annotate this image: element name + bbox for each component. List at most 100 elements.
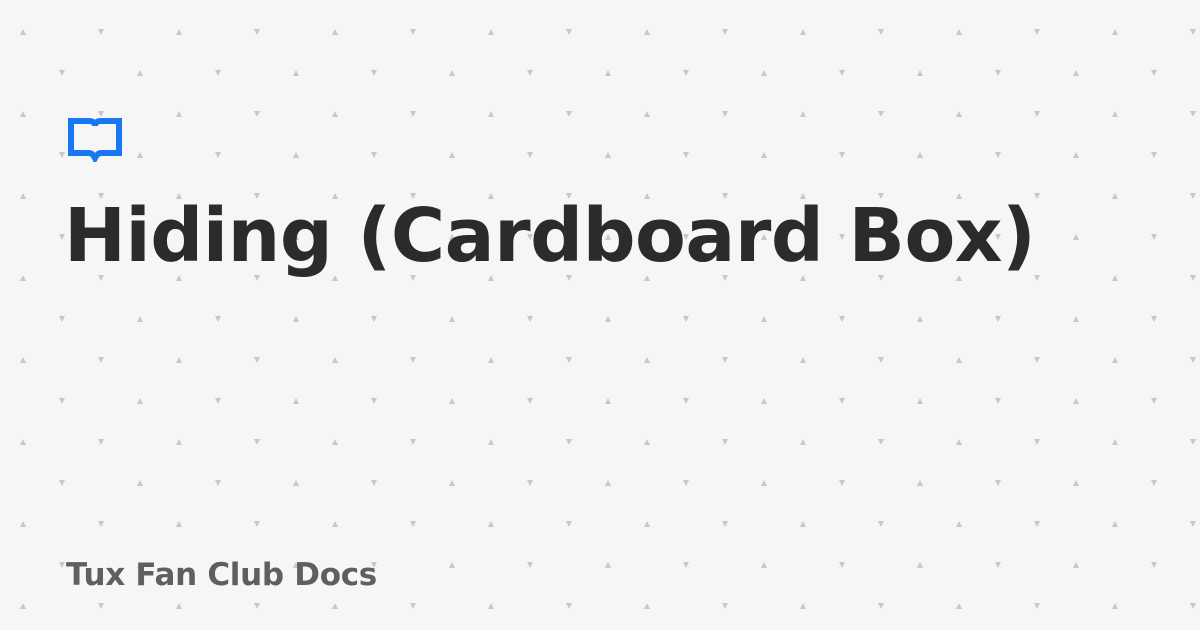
pattern-dot <box>449 480 455 486</box>
pattern-dot <box>20 111 26 117</box>
pattern-dot <box>371 152 377 158</box>
pattern-dot <box>254 111 260 117</box>
pattern-dot <box>566 357 572 363</box>
pattern-dot <box>293 152 299 158</box>
pattern-dot <box>917 152 923 158</box>
pattern-dot <box>1034 603 1040 609</box>
pattern-dot <box>137 480 143 486</box>
background-dot-pattern <box>20 29 1196 609</box>
pattern-dot <box>488 29 494 35</box>
pattern-dot <box>332 439 338 445</box>
pattern-dot <box>1151 398 1157 404</box>
pattern-dot <box>215 152 221 158</box>
pattern-dot <box>1151 480 1157 486</box>
pattern-dot <box>1190 193 1196 199</box>
pattern-dot <box>1073 562 1079 568</box>
pattern-dot <box>683 316 689 322</box>
pattern-dot <box>761 562 767 568</box>
pattern-dot <box>605 562 611 568</box>
pattern-dot <box>449 70 455 76</box>
pattern-dot <box>137 152 143 158</box>
pattern-dot <box>683 480 689 486</box>
pattern-dot <box>722 521 728 527</box>
pattern-dot <box>59 562 65 568</box>
pattern-dot <box>1151 562 1157 568</box>
pattern-dot <box>98 29 104 35</box>
pattern-dot <box>995 398 1001 404</box>
pattern-dot <box>566 603 572 609</box>
pattern-dot <box>1151 316 1157 322</box>
pattern-dot <box>371 480 377 486</box>
pattern-dot <box>1112 357 1118 363</box>
pattern-dot <box>917 562 923 568</box>
pattern-dot <box>449 562 455 568</box>
pattern-dot <box>1073 398 1079 404</box>
pattern-dot <box>878 521 884 527</box>
pattern-dot <box>800 521 806 527</box>
pattern-dot <box>527 562 533 568</box>
pattern-dot <box>98 603 104 609</box>
pattern-dot <box>917 316 923 322</box>
pattern-dot <box>995 480 1001 486</box>
pattern-dot <box>254 603 260 609</box>
pattern-dot <box>59 152 65 158</box>
book-icon <box>68 118 122 162</box>
pattern-dot <box>254 29 260 35</box>
pattern-dot <box>488 521 494 527</box>
pattern-dot <box>137 316 143 322</box>
pattern-dot <box>527 152 533 158</box>
pattern-dot <box>332 521 338 527</box>
pattern-dot <box>488 357 494 363</box>
pattern-dot <box>995 152 1001 158</box>
pattern-dot <box>800 29 806 35</box>
pattern-dot <box>332 603 338 609</box>
pattern-dot <box>293 480 299 486</box>
pattern-dot <box>449 398 455 404</box>
pattern-dot <box>1112 29 1118 35</box>
pattern-dot <box>956 29 962 35</box>
pattern-dot <box>878 357 884 363</box>
pattern-dot <box>839 152 845 158</box>
pattern-dot <box>332 111 338 117</box>
pattern-dot <box>956 111 962 117</box>
pattern-dot <box>566 29 572 35</box>
pattern-dot <box>878 29 884 35</box>
pattern-dot <box>254 521 260 527</box>
pattern-dot <box>488 111 494 117</box>
pattern-dot <box>839 398 845 404</box>
pattern-dot <box>1073 152 1079 158</box>
pattern-dot <box>1073 480 1079 486</box>
pattern-dot <box>215 480 221 486</box>
pattern-dot <box>878 439 884 445</box>
pattern-dot <box>722 357 728 363</box>
pattern-dot <box>1034 357 1040 363</box>
pattern-dot <box>410 439 416 445</box>
pattern-dot <box>1190 603 1196 609</box>
pattern-dot <box>488 439 494 445</box>
pattern-dot <box>20 603 26 609</box>
pattern-dot <box>722 439 728 445</box>
pattern-dot <box>410 29 416 35</box>
pattern-dot <box>839 562 845 568</box>
pattern-dot <box>1112 439 1118 445</box>
pattern-dot <box>800 357 806 363</box>
pattern-dot <box>215 398 221 404</box>
pattern-dot <box>605 152 611 158</box>
pattern-dot <box>59 316 65 322</box>
page-title: Hiding (Cardboard Box) <box>64 193 1036 279</box>
pattern-dot <box>20 193 26 199</box>
pattern-dot <box>644 521 650 527</box>
pattern-dot <box>995 70 1001 76</box>
pattern-dot <box>1034 29 1040 35</box>
logo <box>68 118 122 162</box>
pattern-dot <box>878 603 884 609</box>
pattern-dot <box>449 152 455 158</box>
pattern-dot <box>488 603 494 609</box>
pattern-dot <box>20 29 26 35</box>
pattern-dot <box>722 29 728 35</box>
pattern-dot <box>644 603 650 609</box>
pattern-dot <box>410 357 416 363</box>
pattern-dot <box>59 70 65 76</box>
pattern-dot <box>293 70 299 76</box>
pattern-dot <box>644 439 650 445</box>
